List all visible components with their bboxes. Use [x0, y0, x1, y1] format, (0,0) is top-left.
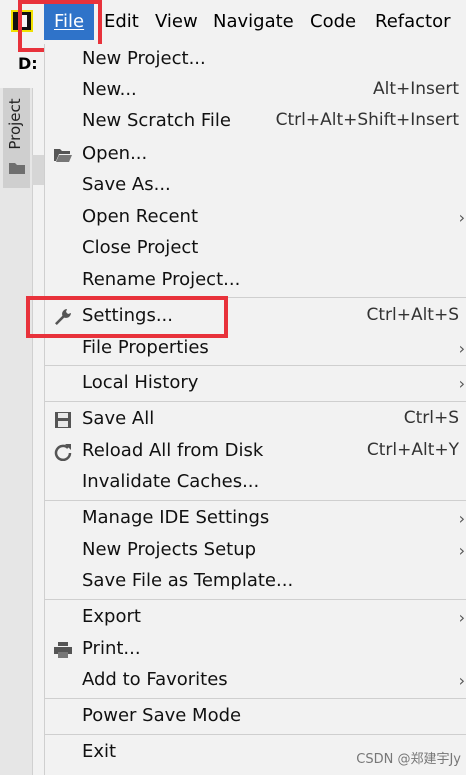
- project-path-label: D:: [18, 54, 38, 73]
- reload-icon: [54, 444, 72, 461]
- menu-item-new[interactable]: New... Alt+Insert: [45, 75, 466, 106]
- menu-item-print[interactable]: Print...: [45, 634, 466, 665]
- menu-separator: [45, 365, 466, 366]
- menu-item-open-recent[interactable]: Open Recent ›: [45, 202, 466, 233]
- menu-item-save-file-as-template[interactable]: Save File as Template...: [45, 566, 466, 597]
- folder-open-icon: [54, 149, 72, 162]
- submenu-arrow-icon: ›: [458, 374, 465, 393]
- menu-item-export[interactable]: Export ›: [45, 602, 466, 633]
- menu-separator: [45, 599, 466, 600]
- floppy-disk-icon: [55, 412, 71, 428]
- menu-item-add-to-favorites[interactable]: Add to Favorites ›: [45, 665, 466, 696]
- printer-icon: [54, 642, 72, 658]
- submenu-arrow-icon: ›: [458, 208, 465, 227]
- settings-highlight-box: [26, 296, 228, 338]
- watermark: CSDN @郑建宇Jy: [356, 752, 461, 767]
- submenu-arrow-icon: ›: [458, 608, 465, 627]
- menu-item-reload-all[interactable]: Reload All from Disk Ctrl+Alt+Y: [45, 436, 466, 467]
- menu-item-power-save-mode[interactable]: Power Save Mode: [45, 701, 466, 732]
- menu-navigate[interactable]: Navigate: [213, 0, 294, 44]
- menu-code[interactable]: Code: [310, 0, 356, 44]
- project-tab-label: Project: [6, 98, 24, 150]
- menu-item-save-as[interactable]: Save As...: [45, 170, 466, 201]
- submenu-arrow-icon: ›: [458, 339, 465, 358]
- menu-separator: [45, 500, 466, 501]
- menu-item-invalidate-caches[interactable]: Invalidate Caches...: [45, 467, 466, 498]
- menu-item-save-all[interactable]: Save All Ctrl+S: [45, 404, 466, 435]
- menu-separator: [45, 698, 466, 699]
- submenu-arrow-icon: ›: [458, 509, 465, 528]
- menu-item-close-project[interactable]: Close Project: [45, 233, 466, 264]
- menu-item-new-project[interactable]: New Project...: [45, 44, 466, 75]
- folder-icon: [9, 163, 25, 174]
- menu-item-new-projects-setup[interactable]: New Projects Setup ›: [45, 535, 466, 566]
- menu-item-manage-ide-settings[interactable]: Manage IDE Settings ›: [45, 503, 466, 534]
- menu-separator: [45, 734, 466, 735]
- menu-separator: [45, 401, 466, 402]
- menu-item-local-history[interactable]: Local History ›: [45, 368, 466, 399]
- menu-item-open[interactable]: Open...: [45, 139, 466, 170]
- menu-refactor[interactable]: Refactor: [375, 0, 451, 44]
- menu-item-rename-project[interactable]: Rename Project...: [45, 265, 466, 296]
- menu-edit[interactable]: Edit: [104, 0, 139, 44]
- menu-item-new-scratch-file[interactable]: New Scratch File Ctrl+Alt+Shift+Insert: [45, 106, 466, 137]
- editor-gutter: [32, 155, 44, 185]
- file-menu-dropdown: New Project... New... Alt+Insert New Scr…: [44, 44, 466, 775]
- submenu-arrow-icon: ›: [458, 541, 465, 560]
- tool-window-strip: [0, 88, 33, 775]
- menu-view[interactable]: View: [155, 0, 198, 44]
- submenu-arrow-icon: ›: [458, 671, 465, 690]
